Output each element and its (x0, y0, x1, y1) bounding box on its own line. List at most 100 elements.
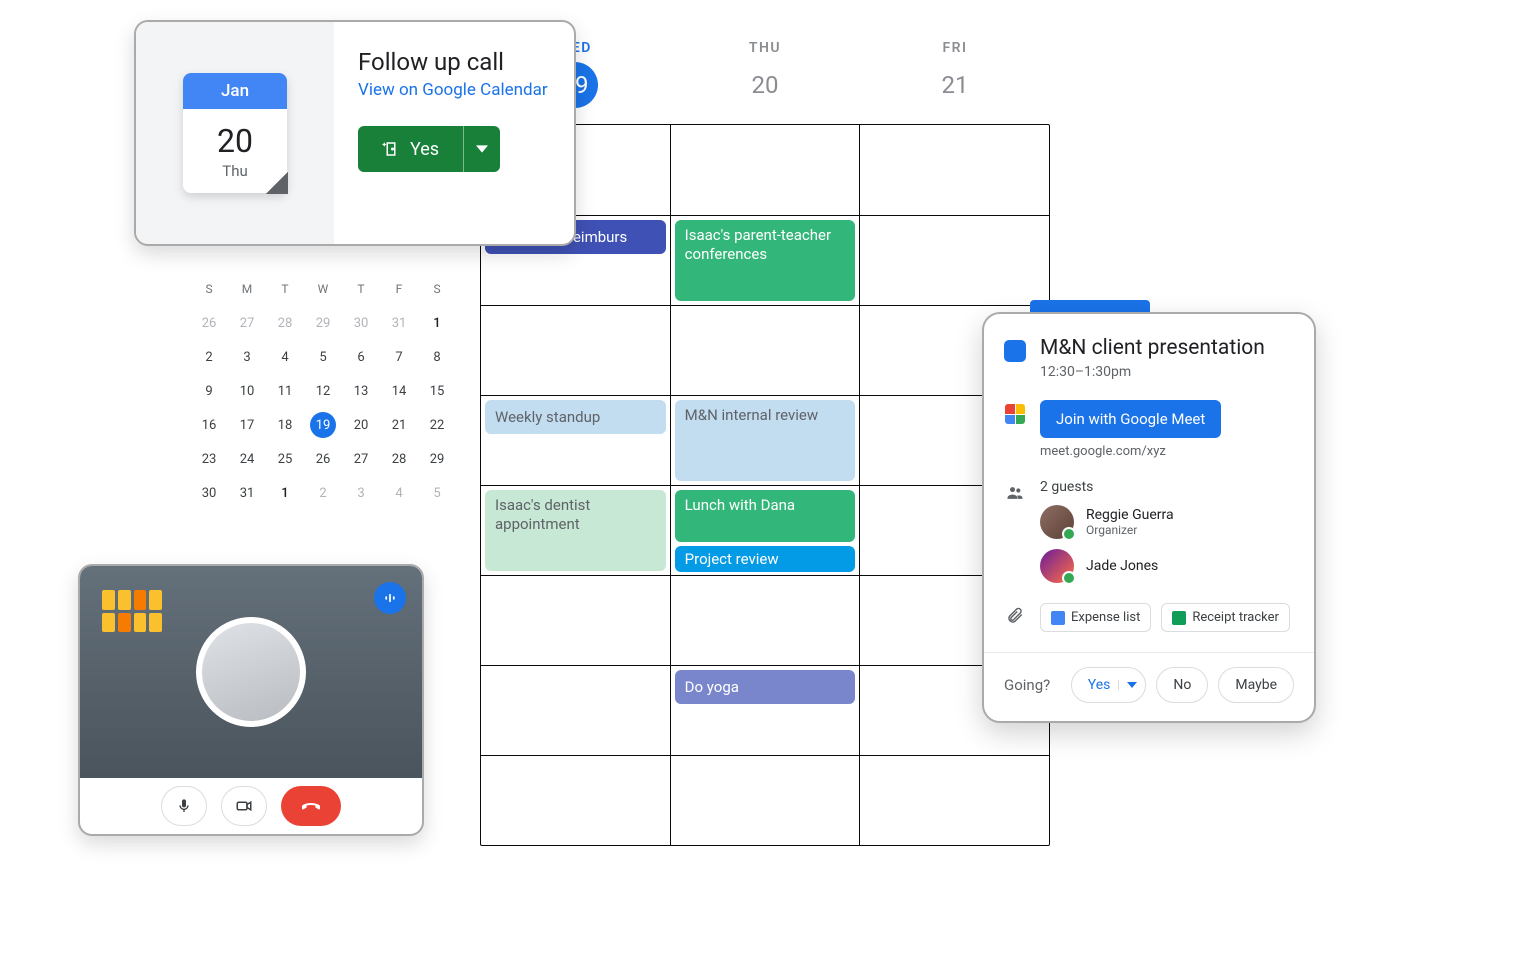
mini-month-day[interactable]: 16 (190, 408, 228, 442)
mini-month-day[interactable]: 23 (190, 442, 228, 476)
event-details-time: 12:30–1:30pm (1040, 364, 1294, 380)
mini-month-day[interactable]: 31 (380, 306, 418, 340)
mini-month-day[interactable]: 2 (304, 476, 342, 510)
mini-month-day[interactable]: 8 (418, 340, 456, 374)
mini-month-calendar[interactable]: SMTWTFS262728293031123456789101112131415… (190, 272, 456, 510)
mini-month-day[interactable]: 18 (266, 408, 304, 442)
mini-month-dow: T (266, 272, 304, 306)
pill-label: Yes (1088, 677, 1111, 693)
mini-month-dow: M (228, 272, 266, 306)
mini-month-day[interactable]: 29 (304, 306, 342, 340)
mini-month-day[interactable]: 25 (266, 442, 304, 476)
mini-month-day[interactable]: 10 (228, 374, 266, 408)
mute-mic-button[interactable] (161, 786, 207, 826)
participant-avatar (196, 617, 306, 727)
sheets-icon (1172, 611, 1186, 625)
guest-row[interactable]: Reggie Guerra Organizer (1040, 505, 1294, 539)
check-icon (1062, 571, 1076, 585)
attachment-receipt-tracker[interactable]: Receipt tracker (1161, 603, 1290, 632)
rsvp-maybe-pill[interactable]: Maybe (1218, 667, 1294, 703)
day-column-header[interactable]: FRI 21 (860, 40, 1050, 108)
rsvp-yes-pill[interactable]: Yes (1071, 667, 1147, 703)
hang-up-button[interactable] (281, 786, 341, 826)
mini-month-day[interactable]: 3 (342, 476, 380, 510)
mini-month-dow: W (304, 272, 342, 306)
attachment-label: Expense list (1071, 610, 1140, 625)
day-column-header[interactable]: THU 20 (670, 40, 860, 108)
mini-month-day[interactable]: 31 (228, 476, 266, 510)
mini-month-day[interactable]: 15 (418, 374, 456, 408)
guest-role: Organizer (1086, 523, 1174, 537)
join-meet-button[interactable]: Join with Google Meet (1040, 400, 1221, 438)
mini-month-day[interactable]: 20 (342, 408, 380, 442)
guest-row[interactable]: Jade Jones (1040, 549, 1294, 583)
meet-url: meet.google.com/xyz (1040, 444, 1221, 459)
rsvp-yes-button[interactable]: Yes (358, 126, 464, 172)
avatar (1040, 505, 1074, 539)
event-title: Follow up call (358, 48, 550, 76)
event-internal-review[interactable]: M&N internal review (675, 400, 856, 481)
mini-month-day[interactable]: 1 (266, 476, 304, 510)
mini-month-day[interactable]: 22 (418, 408, 456, 442)
event-label: Project review (685, 550, 779, 569)
mini-month-day[interactable]: 19 (304, 408, 342, 442)
rsvp-yes-dropdown[interactable] (464, 126, 500, 172)
mini-month-day[interactable]: 9 (190, 374, 228, 408)
mini-month-day[interactable]: 30 (342, 306, 380, 340)
event-summary-card: Jan 20 Thu Follow up call View on Google… (134, 20, 576, 246)
check-icon (1062, 527, 1076, 541)
rsvp-no-pill[interactable]: No (1156, 667, 1208, 703)
mini-month-day[interactable]: 4 (266, 340, 304, 374)
event-dentist[interactable]: Isaac's dentist appointment (485, 490, 666, 571)
event-label: Weekly standup (495, 408, 600, 427)
attachment-label: Receipt tracker (1192, 610, 1279, 625)
attachment-expense-list[interactable]: Expense list (1040, 603, 1151, 632)
day-name: FRI (860, 40, 1050, 56)
going-label: Going? (1004, 676, 1050, 694)
event-details-title: M&N client presentation (1040, 336, 1265, 360)
mini-month-day[interactable]: 7 (380, 340, 418, 374)
mini-month-day[interactable]: 21 (380, 408, 418, 442)
google-meet-icon (1004, 404, 1026, 424)
mini-month-day[interactable]: 5 (304, 340, 342, 374)
guest-name: Reggie Guerra (1086, 507, 1174, 523)
mini-month-day[interactable]: 2 (190, 340, 228, 374)
event-yoga[interactable]: Do yoga (675, 670, 856, 704)
camera-button[interactable] (221, 786, 267, 826)
mini-month-day[interactable]: 4 (380, 476, 418, 510)
event-lunch[interactable]: Lunch with Dana (675, 490, 856, 542)
event-weekly-standup[interactable]: Weekly standup (485, 400, 666, 434)
mini-month-day[interactable]: 28 (266, 306, 304, 340)
view-on-calendar-link[interactable]: View on Google Calendar (358, 80, 550, 100)
rsvp-yes-split-button: Yes (358, 126, 500, 172)
mini-month-day[interactable]: 12 (304, 374, 342, 408)
mini-month-day[interactable]: 5 (418, 476, 456, 510)
mini-month-day[interactable]: 27 (342, 442, 380, 476)
mini-month-day[interactable]: 6 (342, 340, 380, 374)
docs-icon (1051, 611, 1065, 625)
google-meet-window (78, 564, 424, 836)
mini-month-day[interactable]: 26 (190, 306, 228, 340)
page-curl-icon (266, 172, 288, 194)
mini-month-day[interactable]: 30 (190, 476, 228, 510)
mini-month-day[interactable]: 26 (304, 442, 342, 476)
sparkle-door-icon (382, 140, 400, 158)
mini-month-day[interactable]: 3 (228, 340, 266, 374)
date-tile-month: Jan (183, 73, 287, 109)
mini-month-day[interactable]: 28 (380, 442, 418, 476)
mini-month-day[interactable]: 17 (228, 408, 266, 442)
event-parent-teacher[interactable]: Isaac's parent-teacher conferences (675, 220, 856, 301)
mini-month-day[interactable]: 11 (266, 374, 304, 408)
mini-month-day[interactable]: 29 (418, 442, 456, 476)
mini-month-day[interactable]: 24 (228, 442, 266, 476)
mini-month-dow: S (418, 272, 456, 306)
mini-month-day[interactable]: 27 (228, 306, 266, 340)
day-number: 21 (932, 62, 978, 108)
day-number: 20 (742, 62, 788, 108)
mini-month-day[interactable]: 13 (342, 374, 380, 408)
event-project-review[interactable]: Project review (675, 546, 856, 572)
chevron-down-icon[interactable] (1118, 680, 1137, 690)
rsvp-yes-label: Yes (410, 139, 439, 160)
mini-month-day[interactable]: 14 (380, 374, 418, 408)
mini-month-day[interactable]: 1 (418, 306, 456, 340)
